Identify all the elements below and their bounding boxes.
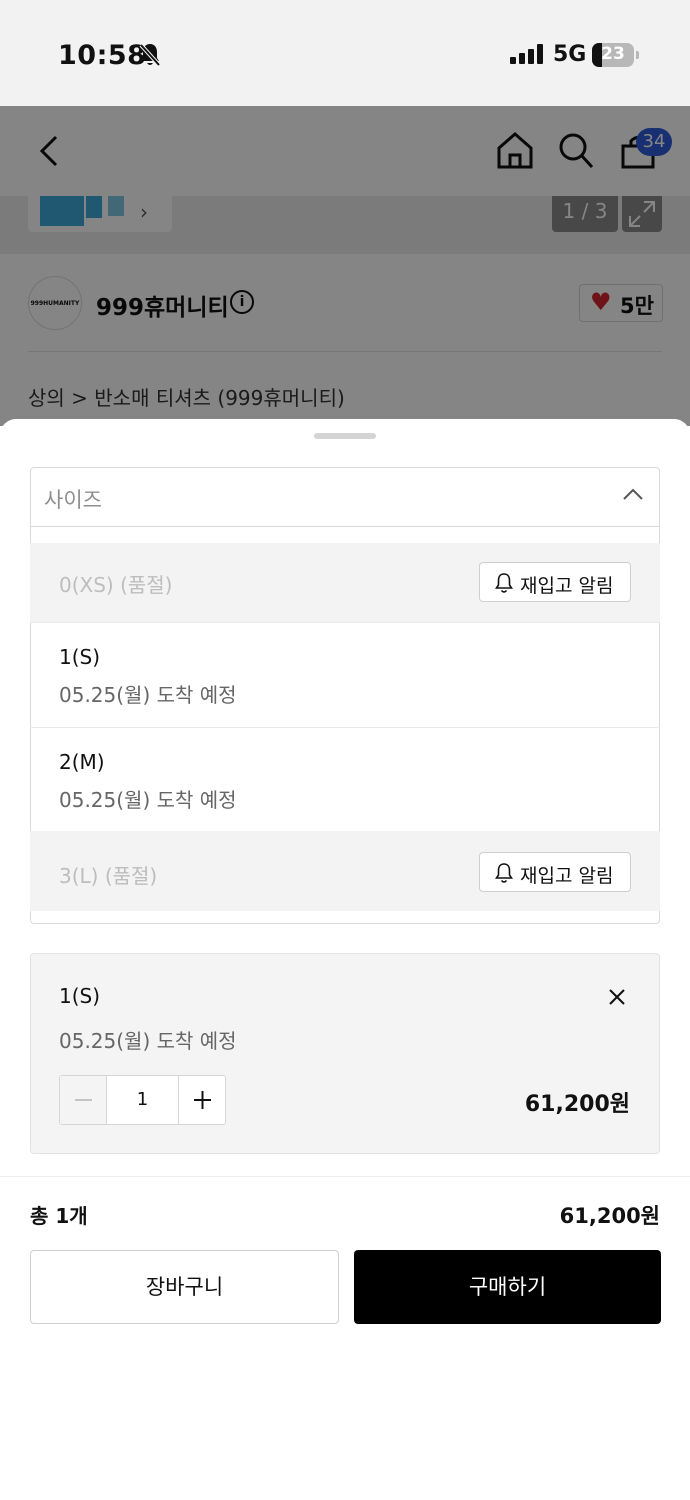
chevron-up-icon[interactable] [622, 486, 644, 505]
delivery-estimate: 05.25(월) 도착 예정 [59, 788, 237, 812]
quantity-decrease-button[interactable] [60, 1076, 107, 1124]
restock-alert-button[interactable]: 재입고 알림 [479, 852, 631, 892]
buy-now-button[interactable]: 구매하기 [354, 1250, 661, 1324]
bell-icon [494, 862, 514, 888]
size-option-name: 0(XS) (품절) [59, 573, 173, 597]
sheet-handle[interactable] [314, 433, 376, 439]
bell-icon [494, 572, 514, 598]
restock-alert-button[interactable]: 재입고 알림 [479, 562, 631, 602]
add-to-cart-button[interactable]: 장바구니 [30, 1250, 339, 1324]
bell-muted-icon [138, 42, 162, 72]
minus-icon [75, 1099, 92, 1101]
quantity-value[interactable]: 1 [108, 1089, 177, 1110]
restock-alert-label: 재입고 알림 [520, 575, 614, 597]
selected-item-name: 1(S) [59, 984, 101, 1008]
delivery-estimate: 05.25(월) 도착 예정 [59, 683, 237, 707]
battery-cap [636, 51, 639, 59]
plus-icon [194, 1091, 211, 1109]
signal-icon [510, 44, 543, 64]
battery-icon: 23 [592, 43, 634, 67]
size-option-name: 3(L) (품절) [59, 864, 158, 888]
dim-overlay[interactable] [0, 106, 690, 426]
total-price: 61,200원 [559, 1204, 660, 1228]
selected-item-price: 61,200원 [524, 1092, 630, 1117]
size-option-name: 2(M) [59, 750, 105, 774]
size-dropdown-label: 사이즈 [44, 488, 102, 512]
restock-alert-label: 재입고 알림 [520, 865, 614, 887]
quantity-increase-button[interactable] [178, 1076, 225, 1124]
close-icon[interactable] [606, 986, 628, 1012]
network-type: 5G [553, 42, 587, 67]
size-dropdown[interactable] [30, 467, 660, 527]
size-option-name: 1(S) [59, 645, 101, 669]
status-time: 10:58 [58, 40, 147, 71]
size-option[interactable] [30, 623, 660, 727]
total-count: 총 1개 [30, 1204, 88, 1228]
battery-level: 23 [601, 44, 625, 64]
selected-item-delivery: 05.25(월) 도착 예정 [59, 1029, 237, 1053]
divider [0, 1176, 690, 1177]
size-option[interactable] [30, 728, 660, 831]
